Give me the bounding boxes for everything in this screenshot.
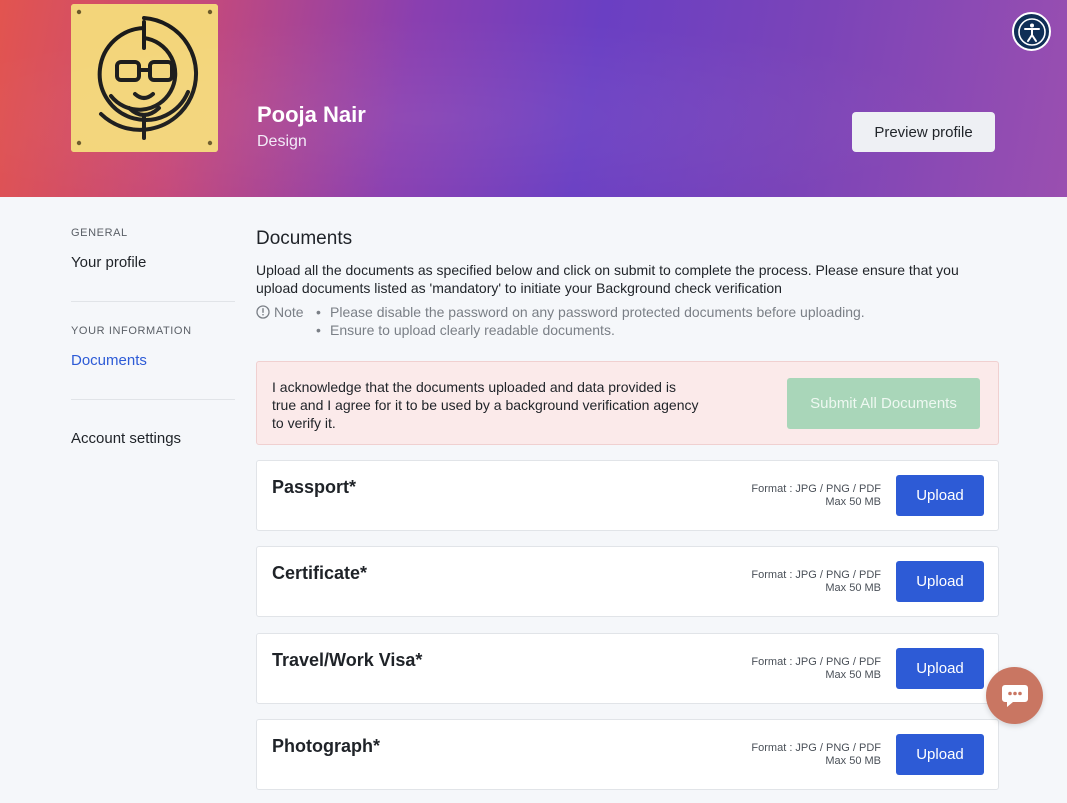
document-card-photograph: Photograph* Format : JPG / PNG / PDF Max… — [256, 719, 999, 790]
upload-certificate-button[interactable]: Upload — [896, 561, 984, 602]
document-name: Passport* — [272, 477, 357, 497]
note-item: Ensure to upload clearly readable docume… — [316, 321, 956, 339]
sidebar-heading-your-information: YOUR INFORMATION — [71, 325, 192, 337]
document-max-size: Max 50 MB — [825, 669, 881, 681]
sidebar-item-account-settings[interactable]: Account settings — [71, 430, 181, 447]
document-card-certificate: Certificate* Format : JPG / PNG / PDF Ma… — [256, 546, 999, 617]
sidebar-heading-general: GENERAL — [71, 227, 128, 239]
document-format: Format : JPG / PNG / PDF — [751, 656, 881, 668]
avatar — [71, 4, 218, 152]
page-description: Upload all the documents as specified be… — [256, 262, 959, 296]
acknowledgement-text: I acknowledge that the documents uploade… — [272, 379, 699, 431]
document-format-info: Format : JPG / PNG / PDF Max 50 MB — [751, 569, 881, 595]
accessibility-button[interactable] — [1012, 12, 1051, 51]
note-item: Please disable the password on any passw… — [316, 303, 956, 321]
chat-button[interactable] — [986, 667, 1043, 724]
document-format-info: Format : JPG / PNG / PDF Max 50 MB — [751, 742, 881, 768]
note-list: Please disable the password on any passw… — [316, 303, 956, 339]
document-format: Format : JPG / PNG / PDF — [751, 742, 881, 754]
note-label-text: Note — [274, 304, 304, 320]
sidebar-divider — [71, 301, 235, 302]
document-format-info: Format : JPG / PNG / PDF Max 50 MB — [751, 656, 881, 682]
document-format: Format : JPG / PNG / PDF — [751, 569, 881, 581]
upload-passport-button[interactable]: Upload — [896, 475, 984, 516]
page-title: Documents — [256, 228, 353, 249]
document-card-passport: Passport* Format : JPG / PNG / PDF Max 5… — [256, 460, 999, 531]
document-card-visa: Travel/Work Visa* Format : JPG / PNG / P… — [256, 633, 999, 704]
document-max-size: Max 50 MB — [825, 582, 881, 594]
note-label: Note — [256, 303, 316, 321]
document-max-size: Max 50 MB — [825, 755, 881, 767]
document-name: Certificate* — [272, 563, 368, 583]
avatar-illustration — [71, 4, 218, 152]
preview-profile-button[interactable]: Preview profile — [852, 112, 995, 152]
document-name: Photograph* — [272, 736, 380, 756]
info-icon — [256, 305, 270, 319]
profile-name: Pooja Nair — [257, 102, 366, 127]
profile-role: Design — [257, 133, 307, 150]
upload-photograph-button[interactable]: Upload — [896, 734, 984, 775]
document-format-info: Format : JPG / PNG / PDF Max 50 MB — [751, 483, 881, 509]
accessibility-icon — [1017, 17, 1046, 46]
sidebar-divider — [71, 399, 235, 400]
document-max-size: Max 50 MB — [825, 496, 881, 508]
submit-all-documents-button[interactable]: Submit All Documents — [787, 378, 980, 429]
sidebar-item-documents[interactable]: Documents — [71, 352, 147, 369]
document-name: Travel/Work Visa* — [272, 650, 423, 670]
sidebar-item-your-profile[interactable]: Your profile — [71, 254, 146, 271]
document-format: Format : JPG / PNG / PDF — [751, 483, 881, 495]
profile-banner: Pooja Nair Design Preview profile — [0, 0, 1067, 197]
acknowledgement-box: I acknowledge that the documents uploade… — [256, 361, 999, 445]
chat-icon — [1001, 684, 1028, 707]
upload-visa-button[interactable]: Upload — [896, 648, 984, 689]
